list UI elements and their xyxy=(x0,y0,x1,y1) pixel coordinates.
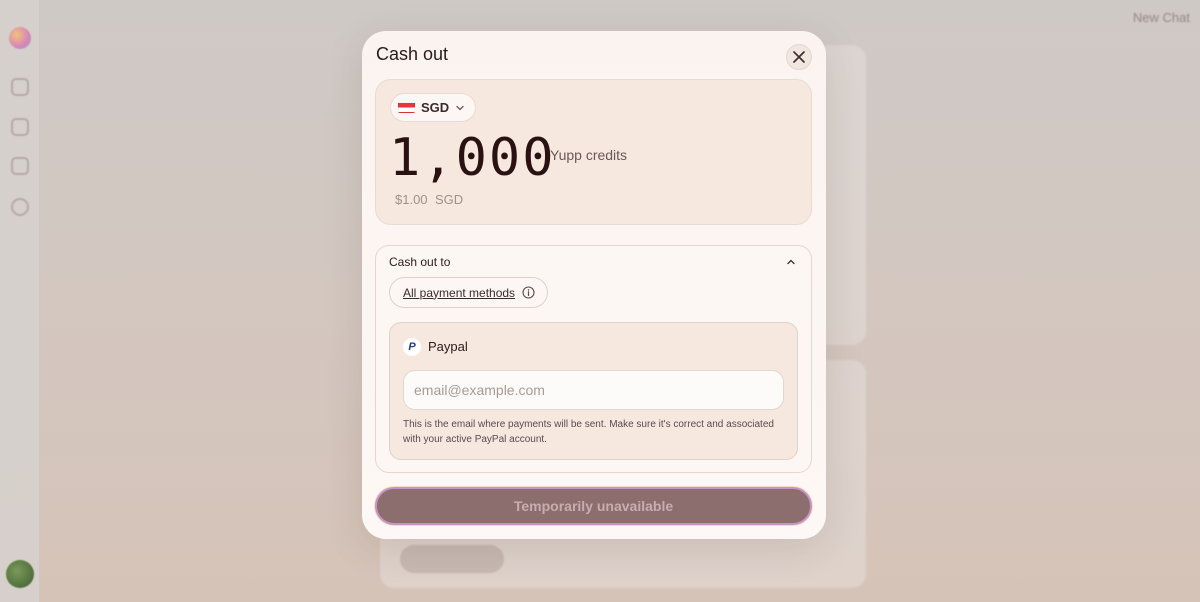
cash-out-to-label: Cash out to xyxy=(389,255,451,269)
new-chat-button: New Chat xyxy=(1132,10,1190,25)
email-help-text: This is the email where payments will be… xyxy=(403,419,774,445)
chevron-down-icon xyxy=(456,105,464,110)
cash-out-to-section: Cash out to All payment methods P Paypal… xyxy=(375,245,812,473)
chat-icon xyxy=(11,78,29,96)
amount-card: SGD 1,000 Yupp credits $1.00 SGD xyxy=(375,79,812,225)
email-field[interactable] xyxy=(403,370,784,410)
fiat-amount: $1.00 xyxy=(395,192,428,207)
history-icon xyxy=(11,198,29,216)
close-button[interactable] xyxy=(786,44,812,70)
credits-amount: 1,000 xyxy=(389,128,556,188)
paypal-icon: P xyxy=(403,338,421,356)
credits-unit: Yupp credits xyxy=(550,147,628,163)
fiat-currency: SGD xyxy=(435,192,464,207)
cash-out-modal: Cash out SGD 1,000 Yupp credits $1.00 SG… xyxy=(362,31,826,539)
app-logo xyxy=(9,27,31,49)
temporarily-unavailable-button[interactable]: Temporarily unavailable xyxy=(375,487,812,525)
gift-icon xyxy=(11,118,29,136)
profile-icon xyxy=(11,157,29,175)
currency-selector[interactable]: SGD xyxy=(390,93,477,122)
chevron-up-icon[interactable] xyxy=(785,256,797,268)
avatar xyxy=(6,560,34,588)
all-payment-methods-button[interactable]: All payment methods xyxy=(389,277,548,308)
modal-title: Cash out xyxy=(376,44,449,64)
paypal-name: Paypal xyxy=(428,339,468,354)
close-icon xyxy=(793,51,805,63)
all-payment-methods-label: All payment methods xyxy=(403,285,516,300)
paypal-method-card: P Paypal This is the email where payment… xyxy=(389,322,798,460)
submit-label: Temporarily unavailable xyxy=(513,498,674,514)
info-icon xyxy=(522,286,535,299)
currency-code: SGD xyxy=(421,100,450,115)
singapore-flag-icon xyxy=(398,102,415,113)
sidebar xyxy=(0,0,40,602)
background-model-pill xyxy=(400,545,504,573)
